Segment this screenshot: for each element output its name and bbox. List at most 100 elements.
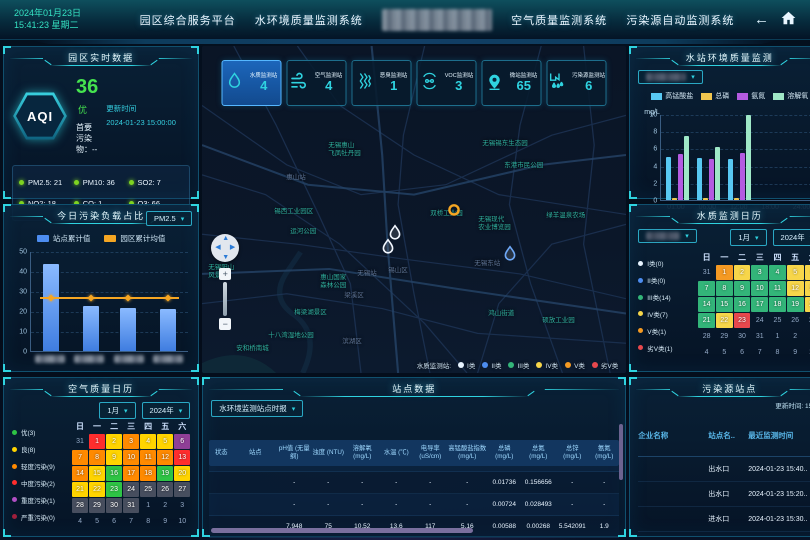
calendar-day[interactable]: 2 xyxy=(106,434,122,449)
calendar-day[interactable]: 15 xyxy=(89,466,105,481)
calendar-day[interactable]: 15 xyxy=(716,297,733,312)
calendar-day[interactable]: 5 xyxy=(157,434,173,449)
calendar-day[interactable]: 14 xyxy=(72,466,88,481)
station-report-dropdown[interactable]: 水环境监测站点时报▾ xyxy=(211,400,303,417)
calendar-day[interactable]: 2 xyxy=(734,265,751,280)
calendar-day[interactable]: 13 xyxy=(174,450,190,465)
calendar-day[interactable]: 10 xyxy=(174,514,190,529)
calendar-day[interactable]: 14 xyxy=(698,297,715,312)
legend-item[interactable]: 溶解氧 xyxy=(773,91,808,101)
calendar-day[interactable]: 9 xyxy=(734,281,751,296)
calendar-day[interactable]: 2 xyxy=(787,329,804,344)
calendar-day[interactable]: 24 xyxy=(751,313,768,328)
calendar-day[interactable]: 16 xyxy=(106,466,122,481)
home-icon[interactable] xyxy=(781,11,796,29)
water-bar-氨氮[interactable] xyxy=(709,159,714,200)
calendar-day[interactable]: 7 xyxy=(751,345,768,360)
map-marker-ring[interactable] xyxy=(447,203,461,222)
nav-pollution-source[interactable]: 污染源自动监测系统 xyxy=(626,12,734,28)
calendar-day[interactable]: 17 xyxy=(123,466,139,481)
calendar-day[interactable]: 4 xyxy=(698,345,715,360)
pollution-row[interactable]: 出水口2024-01-23 15:40..在线 xyxy=(638,457,810,482)
calendar-day[interactable]: 8 xyxy=(716,281,733,296)
load-bar[interactable] xyxy=(43,264,59,351)
station-button-微站监测站[interactable]: 微站监测站65 xyxy=(482,60,542,106)
calendar-day[interactable]: 7 xyxy=(698,281,715,296)
calendar-day[interactable]: 18 xyxy=(769,297,786,312)
air-cal-year-dropdown[interactable]: 2024年▾ xyxy=(142,402,191,419)
calendar-day[interactable]: 29 xyxy=(89,498,105,513)
calendar-day[interactable]: 6 xyxy=(805,265,810,280)
calendar-day[interactable]: 26 xyxy=(787,313,804,328)
water-bar-溶解氧[interactable] xyxy=(684,136,689,200)
map-marker-drop[interactable] xyxy=(503,245,517,267)
legend-item[interactable]: 站点累计值 xyxy=(37,233,91,244)
calendar-day[interactable]: 10 xyxy=(123,450,139,465)
calendar-day[interactable]: 6 xyxy=(106,514,122,529)
calendar-day[interactable]: 25 xyxy=(769,313,786,328)
legend-item[interactable]: 园区累计均值 xyxy=(104,233,165,244)
water-cal-month-dropdown[interactable]: 1月▾ xyxy=(730,229,766,246)
map-zoom-control[interactable]: ▲▼◀▶ + − xyxy=(210,234,240,330)
calendar-day[interactable]: 2 xyxy=(157,498,173,513)
calendar-day[interactable]: 31 xyxy=(751,329,768,344)
water-bar-高锰酸盐[interactable] xyxy=(697,158,702,200)
calendar-day[interactable]: 19 xyxy=(157,466,173,481)
calendar-day[interactable]: 3 xyxy=(123,434,139,449)
water-bar-溶解氧[interactable] xyxy=(746,115,751,200)
calendar-day[interactable]: 3 xyxy=(751,265,768,280)
load-bar[interactable] xyxy=(83,306,99,351)
map-zoom-slider[interactable] xyxy=(223,282,227,316)
calendar-day[interactable]: 28 xyxy=(72,498,88,513)
calendar-day[interactable]: 6 xyxy=(174,434,190,449)
nav-water-env[interactable]: 水环境质量监测系统 xyxy=(255,12,363,28)
calendar-day[interactable]: 18 xyxy=(140,466,156,481)
horizontal-scrollbar[interactable] xyxy=(211,528,473,533)
calendar-day[interactable]: 23 xyxy=(734,313,751,328)
calendar-day[interactable]: 5 xyxy=(716,345,733,360)
calendar-day[interactable]: 31 xyxy=(698,265,715,280)
water-bar-氨氮[interactable] xyxy=(678,154,683,200)
calendar-day[interactable]: 28 xyxy=(698,329,715,344)
calendar-day[interactable]: 26 xyxy=(157,482,173,497)
calendar-day[interactable]: 10 xyxy=(805,345,810,360)
legend-item[interactable]: 氨氮 xyxy=(737,91,765,101)
calendar-day[interactable]: 4 xyxy=(140,434,156,449)
station-button-水质监测站[interactable]: 水质监测站4 xyxy=(222,60,282,106)
water-bar-总磷[interactable] xyxy=(703,198,708,200)
calendar-day[interactable]: 20 xyxy=(805,297,810,312)
calendar-day[interactable]: 7 xyxy=(123,514,139,529)
calendar-day[interactable]: 9 xyxy=(157,514,173,529)
calendar-day[interactable]: 31 xyxy=(72,434,88,449)
table-row[interactable]: 7.9487510.5213.61175.160.005880.002685.5… xyxy=(209,516,619,538)
nav-park-platform[interactable]: 园区综合服务平台 xyxy=(140,12,236,28)
calendar-day[interactable]: 5 xyxy=(89,514,105,529)
map-pan-control[interactable]: ▲▼◀▶ xyxy=(211,234,239,262)
load-bar[interactable] xyxy=(120,308,136,351)
station-button-VOC监测站[interactable]: VOC监测站3 xyxy=(417,60,477,106)
calendar-day[interactable]: 11 xyxy=(769,281,786,296)
calendar-day[interactable]: 8 xyxy=(140,514,156,529)
legend-item[interactable]: 高锰酸盐 xyxy=(651,91,693,101)
calendar-day[interactable]: 1 xyxy=(716,265,733,280)
calendar-day[interactable]: 5 xyxy=(787,265,804,280)
calendar-day[interactable]: 4 xyxy=(769,265,786,280)
calendar-day[interactable]: 1 xyxy=(769,329,786,344)
calendar-day[interactable]: 21 xyxy=(698,313,715,328)
water-bar-总磷[interactable] xyxy=(672,198,677,200)
water-cal-year-dropdown[interactable]: 2024年▾ xyxy=(773,229,810,246)
calendar-day[interactable]: 1 xyxy=(140,498,156,513)
calendar-day[interactable]: 3 xyxy=(174,498,190,513)
air-cal-month-dropdown[interactable]: 1月▾ xyxy=(99,402,135,419)
calendar-day[interactable]: 20 xyxy=(174,466,190,481)
calendar-day[interactable]: 9 xyxy=(106,450,122,465)
calendar-day[interactable]: 12 xyxy=(157,450,173,465)
pollution-row[interactable]: 出水口2024-01-23 15:20..在线 xyxy=(638,482,810,507)
back-icon[interactable]: ← xyxy=(754,11,769,28)
water-bar-高锰酸盐[interactable] xyxy=(728,159,733,200)
calendar-day[interactable]: 29 xyxy=(716,329,733,344)
calendar-day[interactable]: 13 xyxy=(805,281,810,296)
calendar-day[interactable]: 23 xyxy=(106,482,122,497)
vertical-scrollbar[interactable] xyxy=(619,424,623,480)
map-marker-drop[interactable] xyxy=(381,238,395,260)
